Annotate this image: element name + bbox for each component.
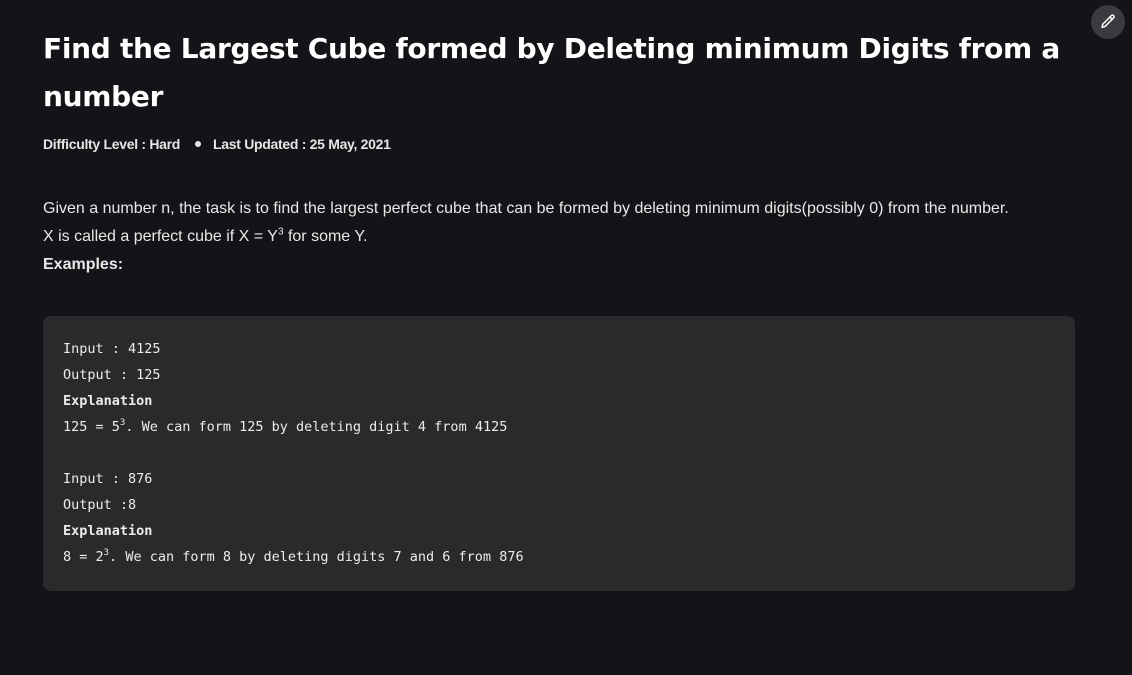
explanation-text: 125 = 53. We can form 125 by deleting di… [63, 418, 508, 436]
page-title: Find the Largest Cube formed by Deleting… [43, 32, 1060, 113]
article-meta: Difficulty Level : Hard Last Updated : 2… [43, 136, 1075, 152]
edit-button[interactable] [1091, 5, 1125, 39]
examples-heading: Examples: [43, 256, 124, 273]
pencil-icon [1101, 14, 1115, 28]
last-updated: Last Updated : 25 May, 2021 [213, 136, 391, 152]
problem-statement: Given a number n, the task is to find th… [43, 200, 1009, 217]
separator-dot [195, 141, 202, 147]
difficulty-level: Difficulty Level : Hard [43, 136, 181, 152]
code-block: Input : 4125 Output : 125 Explanation 12… [43, 316, 1075, 591]
example-input: Input : 876 [63, 471, 153, 487]
article-content: Given a number n, the task is to find th… [43, 195, 1075, 279]
cube-definition: X is called a perfect cube if X = Y3 for… [43, 226, 368, 245]
article: Find the Largest Cube formed by Deleting… [43, 25, 1075, 591]
explanation-text: 8 = 23. We can form 8 by deleting digits… [63, 548, 524, 566]
example-output: Output :8 [63, 497, 137, 513]
explanation-label: Explanation [63, 393, 153, 409]
example-output: Output : 125 [63, 367, 161, 383]
explanation-label: Explanation [63, 523, 153, 539]
example-input: Input : 4125 [63, 341, 161, 357]
